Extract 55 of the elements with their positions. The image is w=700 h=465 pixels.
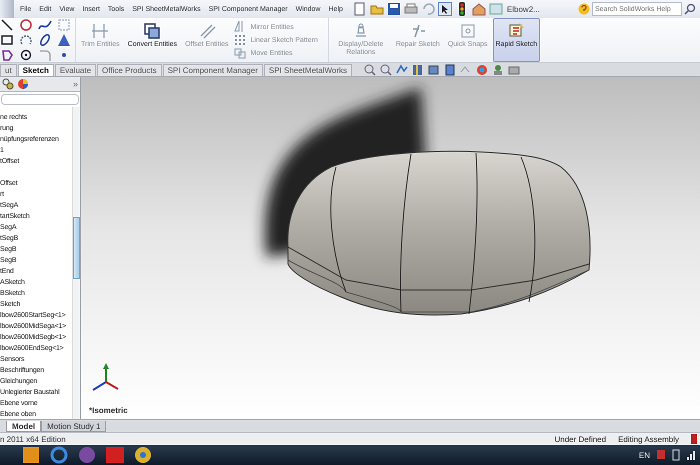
snap-icon [458, 22, 477, 40]
tab[interactable]: SPI Component Manager [162, 64, 263, 76]
app-icon[interactable] [20, 445, 42, 465]
status-text: Under Defined [554, 434, 606, 444]
tab[interactable]: Evaluate [54, 64, 96, 76]
spline-icon[interactable] [38, 18, 52, 32]
circle-icon[interactable] [19, 18, 33, 32]
new-document-icon[interactable] [352, 2, 367, 16]
tab[interactable]: Office Products [97, 64, 162, 76]
collapse-button[interactable]: » [72, 79, 78, 89]
house-icon[interactable] [472, 2, 486, 16]
tab[interactable]: Sketch [18, 64, 54, 76]
point-circle-icon[interactable] [19, 48, 33, 62]
scrollbar[interactable] [72, 107, 80, 419]
zoom-area-icon[interactable] [378, 62, 393, 76]
signal-icon[interactable] [686, 449, 696, 461]
flag-icon[interactable] [656, 449, 666, 461]
appearance-icon[interactable] [474, 62, 489, 76]
overlapping-squares-icon [143, 22, 162, 40]
status-text: n 2011 x64 Edition [0, 434, 66, 444]
dot-grid-icon [234, 33, 248, 47]
overlapping-squares-icon [234, 46, 248, 60]
view-orientation-icon[interactable] [426, 62, 441, 76]
view-orientation-label: *Isometric [89, 406, 128, 415]
document-title: Elbow2... [506, 4, 540, 14]
polygon-icon[interactable] [0, 48, 14, 62]
help-icon [578, 3, 590, 15]
display-style-icon[interactable] [442, 62, 457, 76]
display-manager-icon[interactable] [17, 78, 29, 90]
property-manager-icon[interactable] [2, 78, 14, 90]
zoom-fit-icon[interactable] [362, 62, 377, 76]
tab[interactable]: SPI SheetMetalWorks [264, 64, 352, 76]
print-icon[interactable] [404, 2, 418, 16]
tab[interactable]: Model [6, 421, 42, 432]
language-indicator[interactable]: EN [638, 450, 650, 460]
select-cursor-icon[interactable] [438, 2, 452, 16]
status-light-icon [691, 434, 697, 444]
section-view-icon[interactable] [410, 62, 425, 76]
dashed-box-icon[interactable] [57, 18, 71, 32]
search-icon [684, 3, 696, 15]
axis-triad-icon [92, 363, 118, 391]
save-icon[interactable] [386, 2, 401, 16]
rectangle-icon[interactable] [0, 33, 14, 47]
battery-icon[interactable] [672, 449, 680, 461]
ellipse-icon[interactable] [38, 33, 52, 47]
filter-field[interactable] [1, 94, 79, 105]
triangle-icon[interactable] [57, 33, 71, 47]
arc-icon[interactable] [19, 33, 33, 47]
tab[interactable]: ut [0, 64, 17, 76]
trim-icon [91, 22, 110, 40]
scroll-thumb[interactable] [73, 217, 80, 279]
tab[interactable]: Motion Study 1 [41, 421, 106, 432]
line-icon[interactable] [0, 18, 14, 32]
previous-view-icon[interactable] [394, 62, 409, 76]
status-text: Editing Assembly [618, 434, 679, 444]
